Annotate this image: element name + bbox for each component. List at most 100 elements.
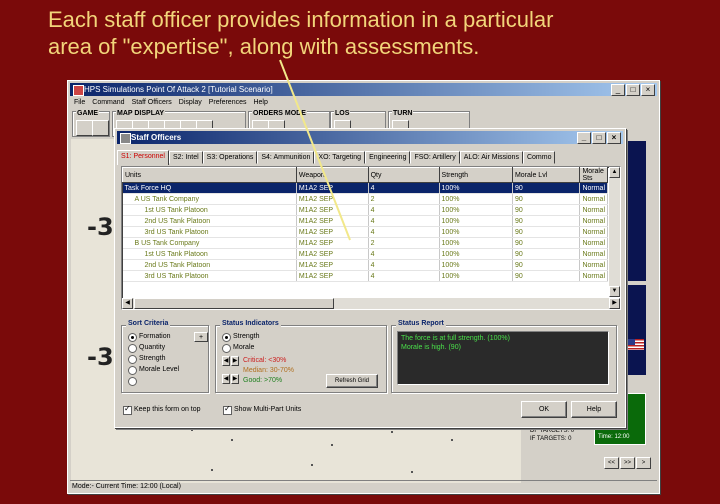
refresh-grid-button[interactable]: Refresh Grid: [326, 374, 378, 388]
sort-morale-level-radio[interactable]: Morale Level: [128, 365, 179, 375]
tab-s4-ammunition[interactable]: S4: Ammunition: [257, 151, 315, 164]
nav-back-button[interactable]: <<: [604, 457, 619, 469]
menu-staff-officers[interactable]: Staff Officers: [132, 97, 172, 109]
toolbar-orders-mode-label: ORDERS MODE: [252, 110, 307, 117]
table-row[interactable]: B US Tank Company M1A2 SEP 2 100% 90 Nor…: [122, 237, 608, 249]
menu-preferences[interactable]: Preferences: [209, 97, 247, 109]
column-strength[interactable]: Strength: [438, 167, 513, 183]
maximize-button[interactable]: □: [626, 84, 640, 96]
menu-command[interactable]: Command: [92, 97, 124, 109]
grid-horizontal-scrollbar[interactable]: ◀ ▶: [122, 298, 620, 309]
cell-unit: 1st US Tank Platoon: [122, 204, 297, 216]
tab-fso-artillery[interactable]: FSO: Artillery: [410, 151, 460, 164]
dialog-minimize-button[interactable]: _: [577, 132, 591, 144]
help-button[interactable]: Help: [571, 401, 617, 418]
tab-commo[interactable]: Commo: [522, 151, 556, 164]
grid-vertical-scrollbar[interactable]: ▲ ▼: [609, 167, 620, 297]
toolbar-game: GAME: [72, 110, 110, 137]
nav-forward-button[interactable]: >>: [620, 457, 635, 469]
table-row[interactable]: 2nd US Tank Platoon M1A2 SEP 4 100% 90 N…: [122, 215, 608, 227]
close-button[interactable]: ×: [641, 84, 655, 96]
column-morale-lvl[interactable]: Morale Lvl: [511, 167, 581, 183]
time-label: Time: 12:00: [598, 434, 630, 440]
tab-s2-intel[interactable]: S2: Intel: [168, 151, 203, 164]
cell-unit: 1st US Tank Platoon: [122, 248, 297, 260]
if-targets: IF TARGETS: 0: [530, 436, 572, 442]
dialog-close-button[interactable]: ×: [607, 132, 621, 144]
cell-morale-sts: Normal: [579, 215, 608, 227]
table-row[interactable]: 3rd US Tank Platoon M1A2 SEP 4 100% 90 N…: [122, 270, 608, 282]
menu-help[interactable]: Help: [253, 97, 267, 109]
cell-morale-lvl: 90: [512, 237, 581, 249]
table-row[interactable]: A US Tank Company M1A2 SEP 2 100% 90 Nor…: [122, 193, 608, 205]
game-tool-button[interactable]: [76, 120, 93, 136]
column-units[interactable]: Units: [122, 167, 297, 183]
minimize-button[interactable]: _: [611, 84, 625, 96]
status-bar: Mode:- Current Time: 12:00 (Local): [70, 480, 657, 492]
map-marker: [391, 431, 393, 433]
menu-file[interactable]: File: [74, 97, 85, 109]
show-multipart-checkbox[interactable]: Show Multi-Part Units: [223, 404, 301, 415]
scroll-left-icon[interactable]: ◀: [122, 298, 133, 309]
status-report-label: Status Report: [396, 320, 446, 327]
status-indicators-group: Status Indicators Strength Morale ◀ ▶ ◀ …: [215, 320, 387, 393]
cell-qty: 2: [368, 193, 440, 205]
scroll-up-icon[interactable]: ▲: [609, 167, 620, 178]
table-row[interactable]: 3rd US Tank Platoon M1A2 SEP 4 100% 90 N…: [122, 226, 608, 238]
caption-line-1: Each staff officer provides information …: [48, 7, 554, 32]
cell-unit: Task Force HQ: [122, 182, 297, 194]
cell-morale-lvl: 90: [512, 182, 581, 194]
cell-qty: 4: [368, 226, 440, 238]
table-row[interactable]: 2nd US Tank Platoon M1A2 SEP 4 100% 90 N…: [122, 259, 608, 271]
tab-s1-personnel[interactable]: S1: Personnel: [117, 150, 169, 165]
cell-weapon: M1A2 SEP: [296, 248, 369, 260]
indicator-strength-radio[interactable]: Strength: [222, 332, 259, 342]
cell-weapon: M1A2 SEP: [296, 204, 369, 216]
cell-morale-lvl: 90: [512, 204, 581, 216]
column-morale-sts[interactable]: Morale Sts: [579, 167, 608, 183]
cell-morale-lvl: 90: [512, 226, 581, 238]
add-sort-button[interactable]: +: [194, 332, 208, 342]
cell-strength: 100%: [439, 259, 513, 271]
game-tool-button[interactable]: [92, 120, 109, 136]
table-row[interactable]: 1st US Tank Platoon M1A2 SEP 4 100% 90 N…: [122, 204, 608, 216]
critical-adjust: ◀ ▶: [222, 356, 239, 366]
staff-officers-dialog: Staff Officers _ □ × S1: Personnel S2: I…: [114, 128, 626, 428]
nav-next-button[interactable]: >: [636, 457, 651, 469]
cell-unit: 3rd US Tank Platoon: [122, 226, 297, 238]
tab-engineering[interactable]: Engineering: [365, 151, 411, 164]
column-qty[interactable]: Qty: [367, 167, 440, 183]
menu-display[interactable]: Display: [179, 97, 202, 109]
dialog-icon: [120, 133, 131, 144]
map-marker: [211, 469, 213, 471]
tab-xo-targeting[interactable]: XO: Targeting: [314, 151, 366, 164]
keep-on-top-checkbox[interactable]: Keep this form on top: [123, 404, 201, 415]
table-row[interactable]: 1st US Tank Platoon M1A2 SEP 4 100% 90 N…: [122, 248, 608, 260]
increase-icon[interactable]: ▶: [231, 374, 239, 384]
sort-formation-radio[interactable]: Formation: [128, 332, 171, 342]
sort-quantity-radio[interactable]: Quantity: [128, 343, 165, 353]
sort-strength-radio[interactable]: Strength: [128, 354, 165, 364]
cell-strength: 100%: [439, 193, 513, 205]
toolbar-game-label: GAME: [76, 110, 99, 117]
scroll-thumb[interactable]: [134, 298, 334, 309]
turn-navigation: << >> >: [604, 457, 651, 469]
indicator-morale-radio[interactable]: Morale: [222, 343, 254, 353]
cell-strength: 100%: [439, 204, 513, 216]
scroll-right-icon[interactable]: ▶: [609, 298, 620, 309]
tab-alo-air-missions[interactable]: ALO: Air Missions: [459, 151, 523, 164]
increase-icon[interactable]: ▶: [231, 356, 239, 366]
grid-header-row: Units Weapon Qty Strength Morale Lvl Mor…: [122, 167, 608, 183]
decrease-icon[interactable]: ◀: [222, 374, 230, 384]
table-row[interactable]: Task Force HQ M1A2 SEP 4 100% 90 Normal: [122, 182, 608, 194]
units-grid: Units Weapon Qty Strength Morale Lvl Mor…: [121, 166, 621, 310]
dialog-maximize-button[interactable]: □: [592, 132, 606, 144]
cell-morale-sts: Normal: [579, 270, 608, 282]
toolbar-los-label: LOS: [334, 110, 351, 117]
tab-s3-operations[interactable]: S3: Operations: [202, 151, 258, 164]
scroll-down-icon[interactable]: ▼: [609, 286, 620, 297]
ok-button[interactable]: OK: [521, 401, 567, 418]
decrease-icon[interactable]: ◀: [222, 356, 230, 366]
caption-line-2: area of "expertise", along with assessme…: [48, 34, 480, 59]
column-weapon[interactable]: Weapon: [295, 167, 369, 183]
